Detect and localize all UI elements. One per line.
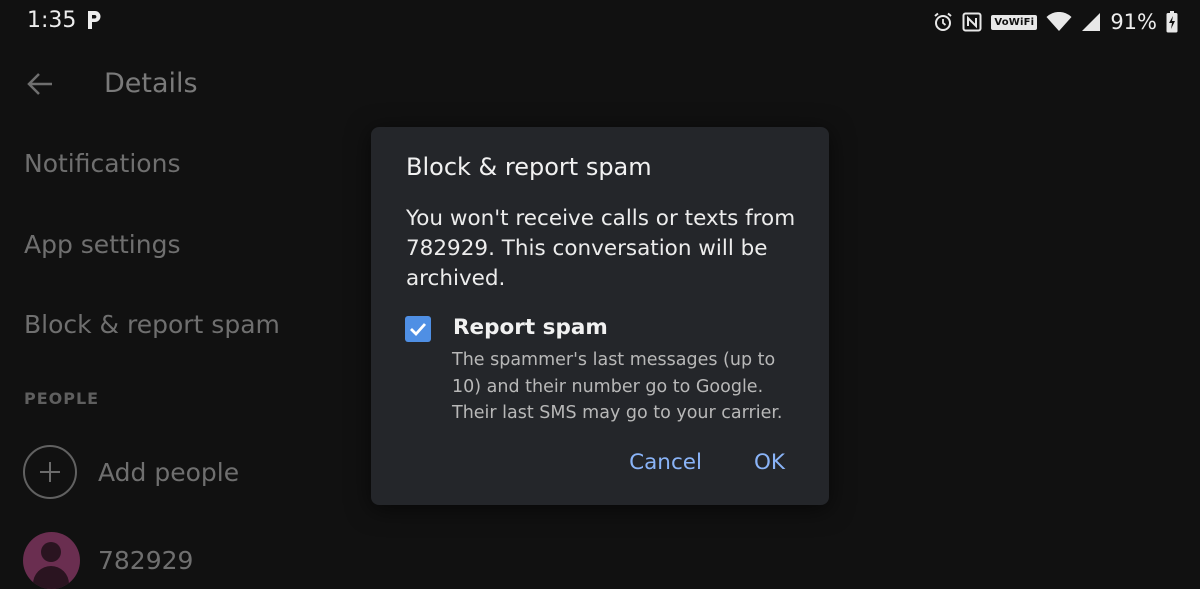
menu-item-notifications[interactable]: Notifications: [24, 149, 180, 178]
arrow-back-icon[interactable]: [26, 70, 54, 98]
wifi-icon: [1046, 12, 1072, 32]
menu-item-block-report-spam[interactable]: Block & report spam: [24, 310, 280, 339]
contact-number: 782929: [98, 546, 194, 575]
screen: 1:35 VoWiFi 91% Details Notifications Ap…: [0, 0, 1200, 589]
signal-icon: [1081, 12, 1101, 32]
cancel-button[interactable]: Cancel: [629, 450, 702, 475]
block-report-dialog: Block & report spam You won't receive ca…: [371, 127, 829, 505]
person-icon: [23, 532, 80, 589]
status-icons: VoWiFi 91%: [933, 9, 1178, 35]
add-circle-icon: [23, 445, 77, 499]
report-spam-description: The spammer's last messages (up to 10) a…: [452, 350, 783, 423]
alarm-icon: [933, 12, 953, 32]
add-people-row[interactable]: Add people: [23, 445, 239, 499]
report-spam-checkbox[interactable]: [405, 316, 431, 342]
nfc-icon: [962, 12, 982, 32]
people-section-header: PEOPLE: [24, 389, 100, 408]
battery-charging-icon: [1166, 11, 1178, 33]
dialog-message: You won't receive calls or texts from 78…: [406, 206, 796, 291]
parking-p-icon: [86, 9, 102, 31]
report-spam-label: Report spam: [453, 315, 608, 340]
ok-button[interactable]: OK: [754, 450, 785, 475]
vowifi-badge: VoWiFi: [991, 14, 1038, 30]
menu-item-app-settings[interactable]: App settings: [24, 230, 180, 259]
page-title: Details: [104, 68, 198, 99]
contact-row[interactable]: 782929: [23, 532, 193, 589]
add-people-label: Add people: [98, 457, 240, 487]
dialog-title: Block & report spam: [406, 153, 652, 181]
status-time: 1:35: [27, 8, 77, 33]
checkmark-icon: [410, 323, 427, 337]
dialog-actions: Cancel OK: [629, 450, 785, 475]
app-bar: Details: [0, 58, 1200, 110]
battery-percent: 91%: [1110, 10, 1157, 34]
status-bar: 1:35 VoWiFi 91%: [0, 0, 1200, 44]
